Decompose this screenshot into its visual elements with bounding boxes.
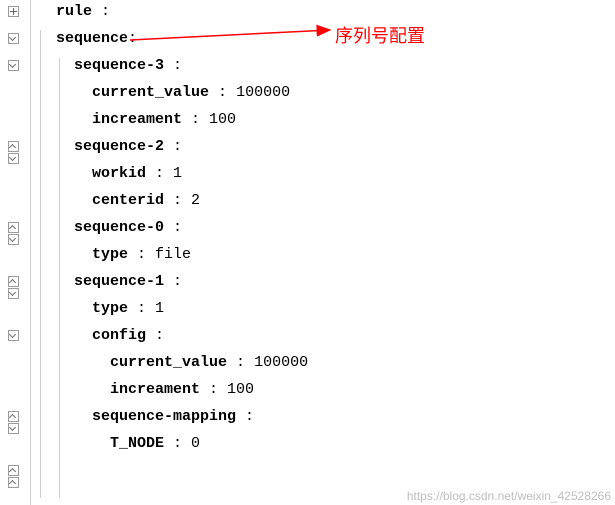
yaml-value: 100 <box>218 381 254 398</box>
fold-end-icon[interactable] <box>8 141 19 152</box>
yaml-value: file <box>146 246 191 263</box>
code-line: sequence-mapping : <box>38 403 615 430</box>
code-line: config : <box>38 322 615 349</box>
yaml-value: 0 <box>182 435 200 452</box>
fold-end-icon[interactable] <box>8 465 19 476</box>
yaml-value: 100000 <box>227 84 290 101</box>
code-line: sequence-2 : <box>38 133 615 160</box>
yaml-value: 1 <box>164 165 182 182</box>
yaml-key: sequence-3 <box>74 57 164 74</box>
code-line: workid : 1 <box>38 160 615 187</box>
yaml-colon: : <box>164 219 182 236</box>
yaml-key: config <box>92 327 146 344</box>
yaml-colon: : <box>164 192 182 209</box>
fold-collapse-icon[interactable] <box>8 153 19 164</box>
yaml-colon: : <box>164 57 182 74</box>
code-line: T_NODE : 0 <box>38 430 615 457</box>
yaml-colon: : <box>236 408 254 425</box>
yaml-colon: : <box>164 273 182 290</box>
code-line: rule : <box>38 0 615 25</box>
yaml-key: type <box>92 300 128 317</box>
yaml-key: current_value <box>110 354 227 371</box>
yaml-key: sequence-2 <box>74 138 164 155</box>
watermark: https://blog.csdn.net/weixin_42528266 <box>407 489 611 503</box>
yaml-colon: : <box>200 381 218 398</box>
fold-end-icon[interactable] <box>8 276 19 287</box>
yaml-value: 100000 <box>245 354 308 371</box>
fold-collapse-icon[interactable] <box>8 423 19 434</box>
code-line: sequence: <box>38 25 615 52</box>
fold-collapse-icon[interactable] <box>8 288 19 299</box>
fold-expand-icon[interactable] <box>8 6 19 17</box>
fold-collapse-icon[interactable] <box>8 60 19 71</box>
gutter-fold-controls <box>8 0 20 505</box>
yaml-colon: : <box>128 300 146 317</box>
yaml-value: 2 <box>182 192 200 209</box>
yaml-key: type <box>92 246 128 263</box>
yaml-colon: : <box>182 111 200 128</box>
code-area[interactable]: rule : sequence: sequence-3 : current_va… <box>38 0 615 505</box>
code-line: type : 1 <box>38 295 615 322</box>
fold-collapse-icon[interactable] <box>8 33 19 44</box>
code-line: current_value : 100000 <box>38 79 615 106</box>
code-line: increament : 100 <box>38 376 615 403</box>
yaml-value: 1 <box>146 300 164 317</box>
yaml-colon: : <box>164 435 182 452</box>
yaml-key: sequence-0 <box>74 219 164 236</box>
code-line: centerid : 2 <box>38 187 615 214</box>
code-line: sequence-1 : <box>38 268 615 295</box>
fold-end-icon[interactable] <box>8 477 19 488</box>
yaml-value: 100 <box>200 111 236 128</box>
code-line: type : file <box>38 241 615 268</box>
yaml-key: current_value <box>92 84 209 101</box>
gutter <box>0 0 31 505</box>
yaml-key: sequence <box>56 30 128 47</box>
fold-collapse-icon[interactable] <box>8 234 19 245</box>
code-line: sequence-3 : <box>38 52 615 79</box>
fold-end-icon[interactable] <box>8 222 19 233</box>
annotation-label: 序列号配置 <box>335 22 425 48</box>
yaml-colon: : <box>128 246 146 263</box>
yaml-colon: : <box>146 165 164 182</box>
code-line: increament : 100 <box>38 106 615 133</box>
code-line: current_value : 100000 <box>38 349 615 376</box>
yaml-colon: : <box>146 327 164 344</box>
fold-collapse-icon[interactable] <box>8 330 19 341</box>
yaml-colon: : <box>164 138 182 155</box>
yaml-key: sequence-1 <box>74 273 164 290</box>
yaml-key: workid <box>92 165 146 182</box>
yaml-key: increament <box>92 111 182 128</box>
yaml-colon: : <box>227 354 245 371</box>
code-line: sequence-0 : <box>38 214 615 241</box>
yaml-key: sequence-mapping <box>92 408 236 425</box>
yaml-key: centerid <box>92 192 164 209</box>
yaml-key: T_NODE <box>110 435 164 452</box>
fold-end-icon[interactable] <box>8 411 19 422</box>
yaml-colon: : <box>128 30 137 47</box>
yaml-key: rule <box>56 3 92 20</box>
yaml-colon: : <box>209 84 227 101</box>
yaml-key: increament <box>110 381 200 398</box>
yaml-colon: : <box>92 3 110 20</box>
